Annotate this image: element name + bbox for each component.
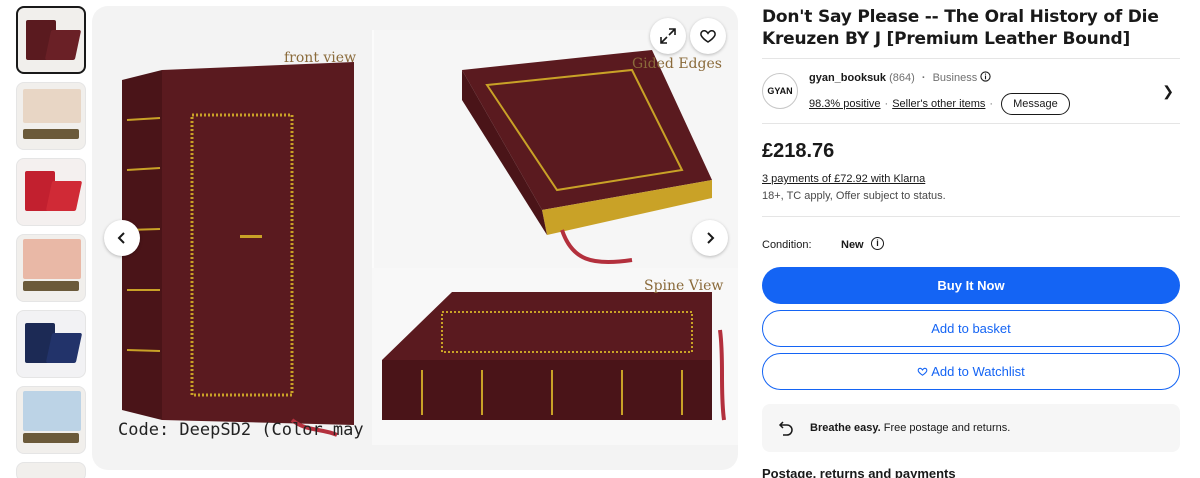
- klarna-link[interactable]: 3 payments of £72.92 with Klarna: [762, 173, 1180, 185]
- caption-front-view: front view: [284, 50, 356, 66]
- chevron-right-icon[interactable]: ❯: [1162, 83, 1174, 100]
- return-arrow-icon: [778, 421, 793, 436]
- watch-button[interactable]: [690, 18, 726, 54]
- expand-icon: [660, 28, 676, 44]
- finance-terms: 18+, TC apply, Offer subject to status.: [762, 190, 946, 202]
- info-icon[interactable]: [980, 71, 991, 82]
- thumbnail-strip[interactable]: [14, 6, 88, 478]
- free-postage-banner: Breathe easy. Free postage and returns.: [762, 404, 1180, 452]
- add-to-watchlist-button[interactable]: Add to Watchlist: [762, 353, 1180, 390]
- divider: [762, 123, 1180, 124]
- seller-feedback-count: (864): [889, 72, 915, 84]
- condition-label: Condition:: [762, 239, 812, 251]
- listing-title: Don't Say Please -- The Oral History of …: [762, 7, 1159, 49]
- condition-value: New: [841, 239, 864, 251]
- thumbnail-5[interactable]: [16, 310, 86, 378]
- promo-text: Free postage and returns.: [883, 422, 1011, 434]
- thumbnail-6[interactable]: [16, 386, 86, 454]
- expand-button[interactable]: [650, 18, 686, 54]
- buy-it-now-button[interactable]: Buy It Now: [762, 267, 1180, 304]
- caption-gilded-edges: Gided Edges: [632, 56, 722, 72]
- main-image-gallery: front view Code: DeepSD2 (Color may vary…: [92, 6, 738, 470]
- seller-name[interactable]: gyan_booksuk: [809, 72, 886, 84]
- promo-bold-text: Breathe easy.: [810, 422, 881, 434]
- seller-type: Business: [932, 72, 978, 84]
- seller-logo: GYAN: [762, 73, 798, 109]
- seller-positive-feedback-link[interactable]: 98.3% positive: [809, 98, 881, 110]
- thumbnail-7[interactable]: [16, 462, 86, 478]
- separator-dot: ·: [989, 98, 994, 110]
- add-to-watchlist-label: Add to Watchlist: [931, 364, 1025, 379]
- separator-dot: ·: [921, 72, 926, 84]
- postage-section-heading[interactable]: Postage, returns and payments: [762, 466, 1180, 478]
- thumbnail-3[interactable]: [16, 158, 86, 226]
- chevron-right-icon: [707, 232, 715, 244]
- heart-icon: [917, 367, 928, 376]
- separator-dot: ·: [884, 98, 889, 110]
- listing-info: Don't Say Please -- The Oral History of …: [762, 6, 1180, 478]
- item-price: £218.76: [762, 140, 835, 162]
- thumbnail-2[interactable]: [16, 82, 86, 150]
- chevron-left-icon: [117, 232, 125, 244]
- heart-icon: [700, 29, 716, 43]
- add-to-basket-button[interactable]: Add to basket: [762, 310, 1180, 347]
- seller-card[interactable]: GYAN gyan_booksuk (864) · Business 98.3%…: [762, 59, 1180, 123]
- divider: [762, 216, 1180, 217]
- thumbnail-4[interactable]: [16, 234, 86, 302]
- thumbnail-1[interactable]: [16, 6, 86, 74]
- condition-row: Condition: New i: [762, 223, 1180, 267]
- seller-other-items-link[interactable]: Seller's other items: [892, 98, 985, 110]
- previous-image-button[interactable]: [104, 220, 140, 256]
- caption-spine-view: Spine View: [644, 278, 723, 294]
- message-seller-button[interactable]: Message: [1001, 93, 1070, 115]
- condition-info-icon[interactable]: i: [871, 237, 884, 250]
- product-photo[interactable]: front view Code: DeepSD2 (Color may vary…: [92, 30, 738, 445]
- listing-page: front view Code: DeepSD2 (Color may vary…: [0, 0, 1200, 478]
- next-image-button[interactable]: [692, 220, 728, 256]
